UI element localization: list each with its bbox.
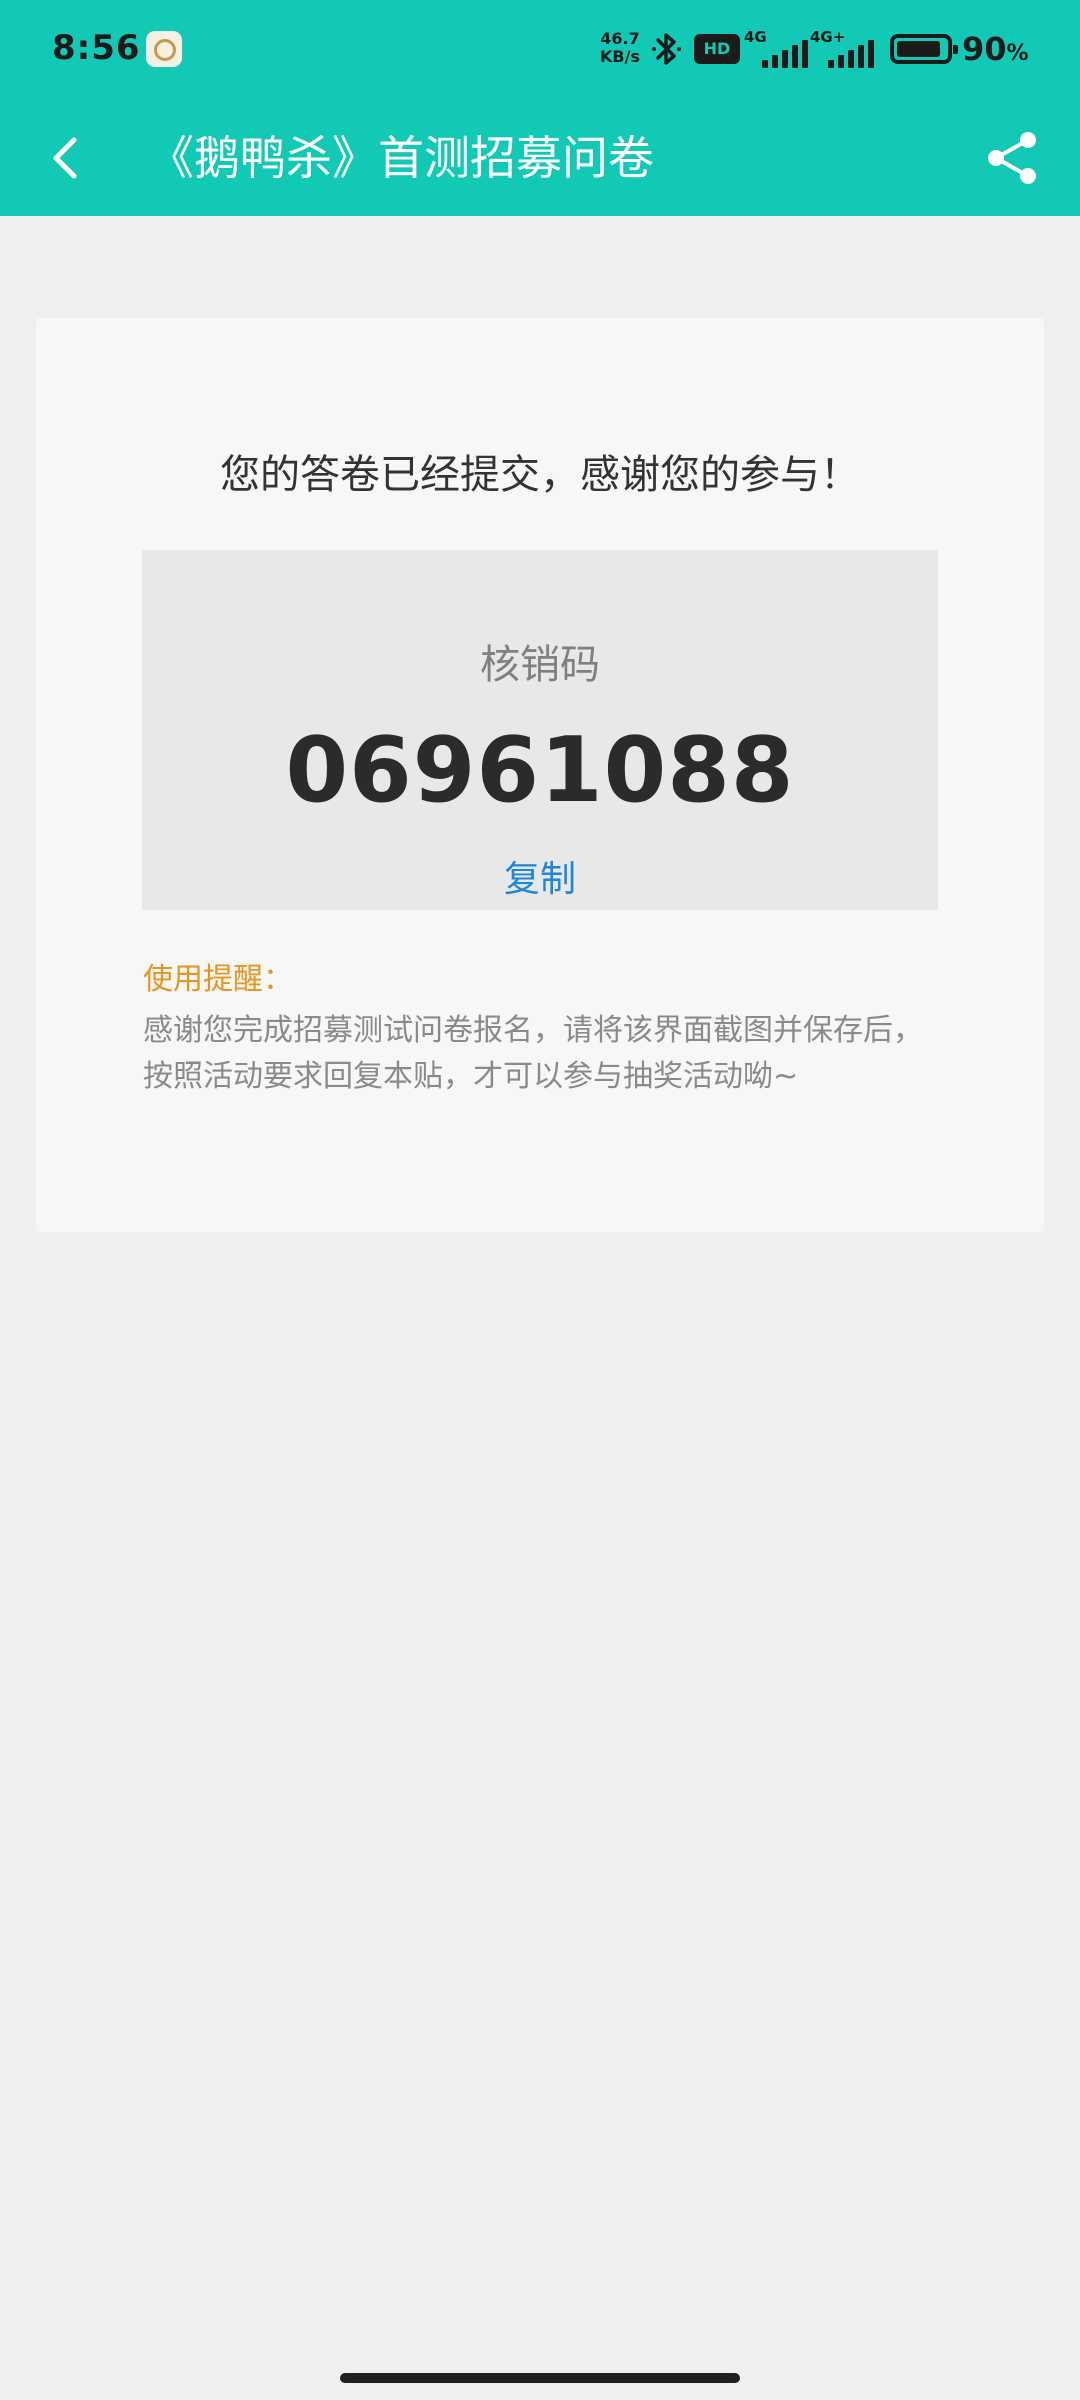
- battery-percent-value: 90: [962, 30, 1007, 68]
- signal-bars-icon: [828, 40, 874, 68]
- battery-icon: [890, 34, 958, 64]
- network-speed-value: 46.7: [600, 29, 640, 48]
- copy-code-button[interactable]: 复制: [490, 850, 590, 902]
- signal-strength-sim1: 4G: [744, 28, 808, 68]
- home-indicator[interactable]: [340, 2373, 740, 2383]
- verification-code-box: 核销码 06961088 复制: [142, 550, 938, 910]
- bluetooth-icon: [652, 33, 681, 65]
- verification-code-label: 核销码: [480, 642, 600, 688]
- app-notification-icon: [146, 31, 182, 67]
- usage-tip-body: 感谢您完成招募测试问卷报名，请将该界面截图并保存后，按照活动要求回复本贴，才可以…: [143, 1013, 923, 1094]
- hd-voice-badge: HD: [694, 34, 740, 64]
- status-time: 8:56: [52, 28, 141, 68]
- status-bar: 8:56 46.7 KB/s HD 4G 4G+ 90%: [0, 0, 1080, 100]
- app-header: 8:56 46.7 KB/s HD 4G 4G+ 90% 《鹅鸭杀》首测招募问卷: [0, 0, 1080, 216]
- submission-result-card: 您的答卷已经提交，感谢您的参与！ 核销码 06961088 复制 使用提醒： 感…: [36, 318, 1044, 1232]
- battery-fill: [897, 41, 940, 57]
- usage-tip-title: 使用提醒：: [143, 962, 293, 997]
- signal-bars-icon: [762, 40, 808, 68]
- navigation-bar: 《鹅鸭杀》首测招募问卷: [0, 100, 1080, 216]
- success-message: 您的答卷已经提交，感谢您的参与！: [220, 452, 860, 498]
- battery-percent: 90%: [962, 30, 1029, 68]
- battery-percent-unit: %: [1006, 41, 1029, 66]
- page-title: 《鹅鸭杀》首测招募问卷: [148, 131, 654, 185]
- share-button[interactable]: [980, 126, 1044, 190]
- network-speed: 46.7 KB/s: [596, 30, 644, 66]
- verification-code-value: 06961088: [285, 718, 795, 823]
- signal-strength-sim2: 4G+: [810, 28, 874, 68]
- back-button[interactable]: [36, 124, 104, 192]
- network-speed-unit: KB/s: [600, 47, 640, 66]
